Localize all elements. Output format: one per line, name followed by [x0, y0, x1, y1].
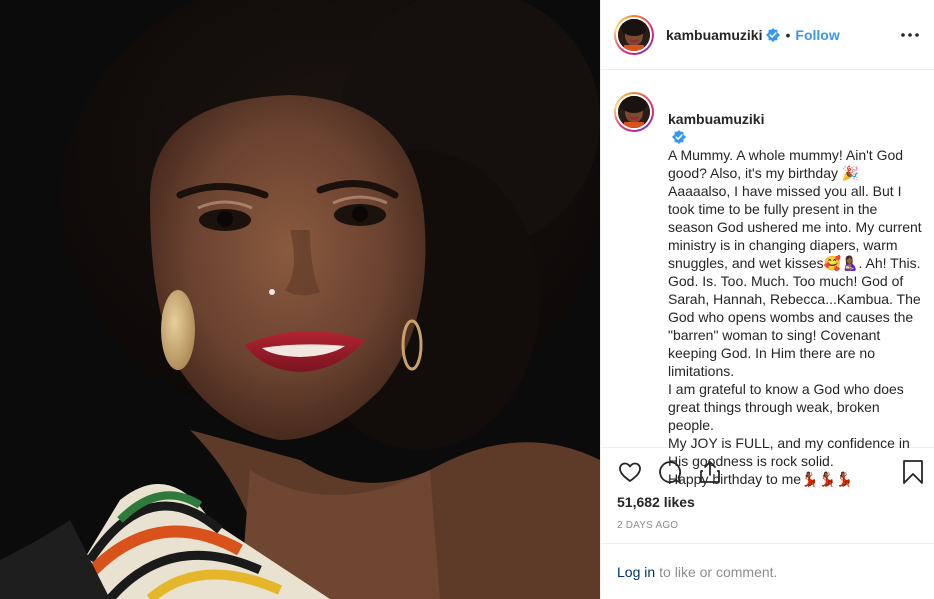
caption-avatar-ring[interactable]	[614, 92, 654, 132]
comment-bubble-icon[interactable]	[657, 459, 683, 485]
post-header: kambuamuziki • Follow	[601, 0, 934, 70]
avatar-image	[618, 96, 650, 128]
avatar-story-ring[interactable]	[614, 14, 654, 55]
bookmark-icon[interactable]	[900, 459, 926, 485]
more-options-icon[interactable]	[898, 23, 922, 47]
caption-area: kambuamuziki A Mummy. A whole mummy! Ain…	[601, 70, 934, 487]
verified-badge-icon	[672, 130, 686, 144]
caption-paragraph: I am grateful to know a God who does gre…	[668, 381, 904, 433]
follow-button[interactable]: Follow	[795, 27, 839, 43]
post-details-panel: kambuamuziki • Follow kambuamuziki A Mum…	[600, 0, 934, 599]
login-link[interactable]: Log in	[617, 564, 655, 580]
caption-paragraph: A Mummy. A whole mummy! Ain't God good? …	[668, 147, 922, 379]
caption-text: kambuamuziki A Mummy. A whole mummy! Ain…	[668, 92, 922, 487]
post-photo[interactable]	[0, 0, 600, 599]
verified-badge-icon	[766, 27, 781, 42]
caption-avatar	[618, 96, 650, 128]
comment-bar: Log in to like or comment.	[601, 543, 934, 599]
post-timestamp[interactable]: 2 DAYS AGO	[617, 520, 678, 531]
caption-username[interactable]: kambuamuziki	[668, 111, 764, 127]
portrait-image	[0, 0, 600, 599]
heart-icon[interactable]	[617, 459, 643, 485]
comment-prompt-text: to like or comment.	[659, 563, 778, 580]
avatar-image	[618, 18, 650, 51]
action-bar	[601, 448, 934, 496]
share-icon[interactable]	[697, 459, 723, 485]
instagram-post-view: kambuamuziki • Follow kambuamuziki A Mum…	[0, 0, 934, 599]
header-username[interactable]: kambuamuziki	[666, 27, 762, 43]
separator-dot: •	[785, 26, 791, 43]
avatar	[618, 18, 650, 51]
likes-count[interactable]: 51,682 likes	[617, 494, 695, 510]
